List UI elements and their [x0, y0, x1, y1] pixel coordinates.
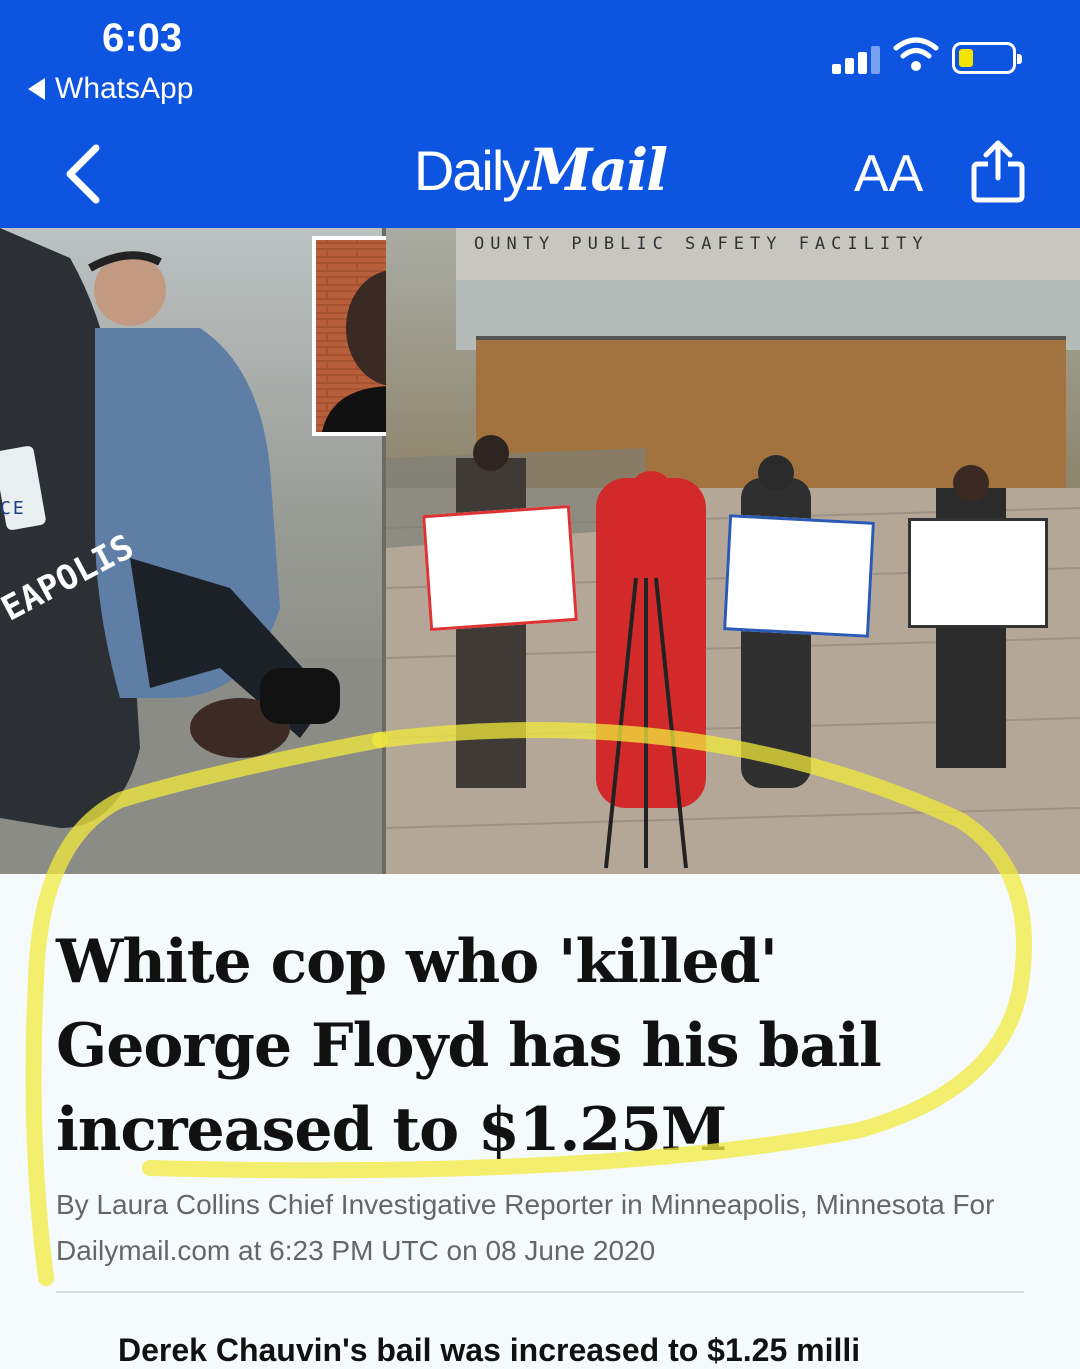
back-app-label: WhatsApp [55, 72, 194, 105]
article-photo[interactable]: CE EAPOLIS OUNTY PUBLIC SAFETY FACILITY [0, 228, 1080, 874]
byline-divider [56, 1291, 1024, 1293]
battery-icon [952, 42, 1022, 74]
back-to-whatsapp-link[interactable]: WhatsApp [28, 72, 193, 106]
status-bar: 6:03 WhatsApp [0, 0, 1080, 120]
back-triangle-icon [28, 78, 45, 100]
protest-sign [908, 518, 1048, 628]
car-plate-text: CE [0, 498, 26, 519]
photo-right-panel: OUNTY PUBLIC SAFETY FACILITY [385, 228, 1080, 874]
app-navbar: DailyMail AA [0, 120, 1080, 228]
facility-sign: OUNTY PUBLIC SAFETY FACILITY [474, 234, 929, 254]
logo-mail-text: Mail [528, 136, 668, 204]
logo-daily-text: Daily [413, 139, 530, 202]
text-size-button[interactable]: AA [854, 144, 923, 204]
share-icon[interactable] [970, 140, 1026, 204]
article-byline: By Laura Collins Chief Investigative Rep… [56, 1189, 995, 1266]
article-teaser-line: Derek Chauvin's bail was increased to $1… [118, 1332, 861, 1368]
article-headline: White cop who 'killed' George Floyd has … [56, 927, 882, 1165]
protest-sign [723, 514, 875, 638]
cellular-signal-icon [832, 44, 880, 74]
status-time: 6:03 [102, 16, 183, 60]
wifi-icon [893, 37, 939, 71]
protest-sign [422, 504, 578, 632]
text-size-label: AA [854, 145, 924, 203]
